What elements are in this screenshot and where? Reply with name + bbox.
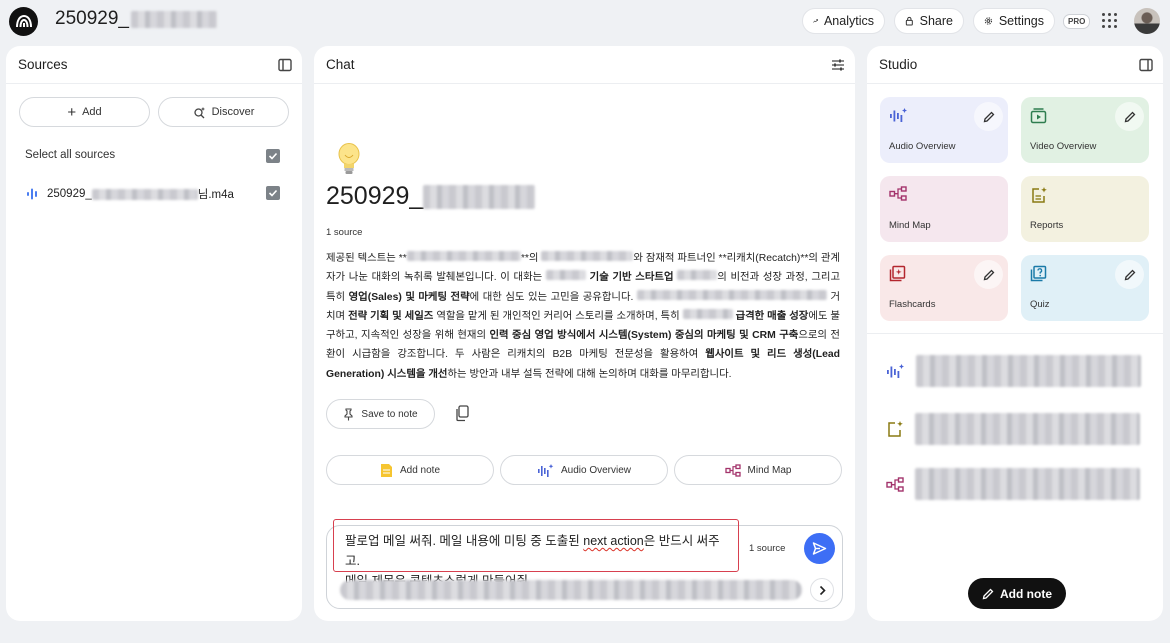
video-overview-icon <box>1030 108 1047 124</box>
edit-button[interactable] <box>974 260 1003 289</box>
studio-item-audio[interactable] <box>886 355 1141 387</box>
send-button[interactable] <box>804 533 835 564</box>
pencil-icon <box>983 269 994 280</box>
suggestion-add-note[interactable]: Add note <box>326 455 494 485</box>
reports-icon <box>1032 187 1047 203</box>
chat-header: Chat <box>314 46 855 84</box>
chat-settings-sliders-icon[interactable] <box>830 57 846 73</box>
analytics-button[interactable]: Analytics <box>802 8 885 34</box>
redacted-text <box>406 251 521 261</box>
edit-button[interactable] <box>1115 260 1144 289</box>
discover-sparkle-icon <box>193 106 205 118</box>
input-highlight-box <box>333 519 739 572</box>
notebook-title[interactable]: 250929_ <box>55 8 217 30</box>
note-icon <box>380 463 392 477</box>
redacted-text <box>916 355 1141 387</box>
select-all-checkbox[interactable] <box>266 149 280 163</box>
summary-text: 제공된 텍스트는 ** **의 와 잠재적 파트너인 **리캐치(Recatch)… <box>326 251 841 380</box>
plus-icon: + <box>67 103 77 121</box>
suggestion-mind-map[interactable]: Mind Map <box>674 455 842 485</box>
redacted-text <box>915 413 1140 445</box>
flashcards-icon <box>889 265 906 282</box>
tile-mind-map[interactable]: Mind Map <box>880 176 1008 242</box>
add-source-button[interactable]: + Add <box>19 97 150 127</box>
pencil-icon <box>1124 111 1135 122</box>
lock-icon <box>905 16 913 26</box>
add-note-button[interactable]: Add note <box>968 578 1066 609</box>
discover-button[interactable]: Discover <box>158 97 289 127</box>
copy-icon[interactable] <box>455 405 470 427</box>
pencil-icon <box>982 588 994 599</box>
pencil-icon <box>1124 269 1135 280</box>
source-checkbox[interactable] <box>266 186 280 200</box>
save-to-note-button[interactable]: Save to note <box>326 399 435 429</box>
lightbulb-icon <box>337 142 361 183</box>
collapse-panel-icon[interactable] <box>1138 57 1154 73</box>
studio-divider <box>867 333 1163 334</box>
redacted-text <box>91 188 198 200</box>
top-bar: 250929_ Analytics Share Settings PRO <box>0 0 1170 42</box>
collapse-panel-icon[interactable] <box>277 57 293 73</box>
mind-map-icon <box>724 463 741 477</box>
redacted-text <box>130 10 217 28</box>
tile-reports[interactable]: Reports <box>1021 176 1149 242</box>
suggestion-chips-redacted <box>340 580 802 600</box>
tile-flashcards[interactable]: Flashcards <box>880 255 1008 321</box>
pin-icon <box>344 407 353 420</box>
redacted-text <box>682 308 733 319</box>
sources-header: Sources <box>6 46 302 84</box>
tile-video-overview[interactable]: Video Overview <box>1021 97 1149 163</box>
send-icon <box>812 542 827 555</box>
redacted-text <box>545 270 586 281</box>
edit-button[interactable] <box>1115 102 1144 131</box>
mind-map-icon <box>889 186 907 201</box>
studio-header: Studio <box>867 46 1163 84</box>
apps-grid-icon[interactable] <box>1102 13 1117 28</box>
source-count: 1 source <box>326 227 363 238</box>
studio-item-report[interactable] <box>886 413 1140 445</box>
suggestion-audio-overview[interactable]: Audio Overview <box>500 455 668 485</box>
audio-overview-icon <box>887 363 904 378</box>
trending-up-icon <box>813 19 818 23</box>
mind-map-icon <box>886 476 904 492</box>
redacted-text <box>677 270 718 281</box>
sources-panel: Sources <box>6 46 302 621</box>
next-suggestions-button[interactable] <box>810 578 834 602</box>
share-button[interactable]: Share <box>894 8 964 34</box>
reports-icon <box>888 421 903 437</box>
source-file-item[interactable]: 250929_ 님.m4a <box>25 186 234 202</box>
settings-button[interactable]: Settings <box>973 8 1055 34</box>
audio-overview-icon <box>890 108 907 122</box>
tile-audio-overview[interactable]: Audio Overview <box>880 97 1008 163</box>
edit-button[interactable] <box>974 102 1003 131</box>
redacted-text <box>423 184 536 209</box>
tile-quiz[interactable]: Quiz <box>1021 255 1149 321</box>
redacted-text <box>915 468 1140 500</box>
redacted-text <box>636 289 827 300</box>
audio-wave-icon <box>27 188 37 200</box>
input-source-count: 1 source <box>749 543 786 554</box>
chevron-right-icon <box>819 585 826 595</box>
redacted-text <box>541 251 634 261</box>
quiz-icon <box>1030 265 1047 282</box>
select-all-label: Select all sources <box>25 149 116 161</box>
pencil-icon <box>983 111 994 122</box>
avatar[interactable] <box>1134 8 1160 34</box>
pro-badge: PRO <box>1063 14 1091 29</box>
audio-overview-icon <box>537 463 554 477</box>
gear-icon <box>984 17 993 25</box>
document-title: 250929_ <box>326 182 536 211</box>
studio-item-mindmap[interactable] <box>886 468 1140 500</box>
notebooklm-logo-icon[interactable] <box>9 7 38 36</box>
